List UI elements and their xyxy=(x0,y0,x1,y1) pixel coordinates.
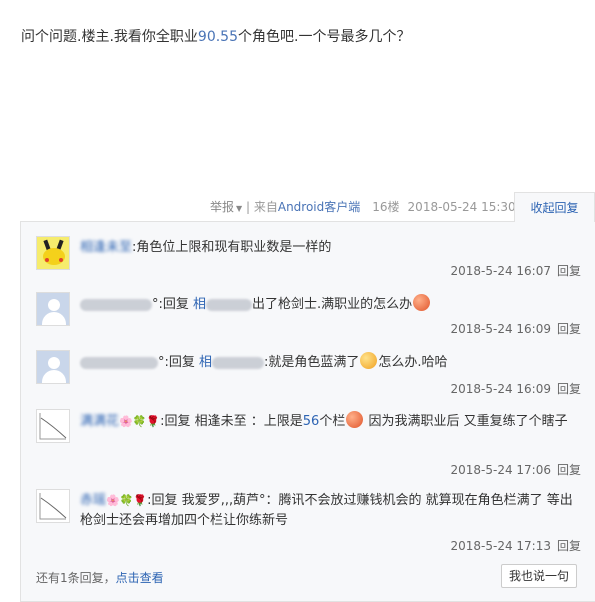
reply-text: 个栏 xyxy=(319,414,346,429)
reply-text: 怎么办.哈哈 xyxy=(378,355,448,370)
reply-meta: 2018-5-24 17:13 回复 xyxy=(450,537,581,554)
reply-content: °:回复 相出了枪剑士.满职业的怎么办 xyxy=(80,294,580,315)
more-replies-note: 还有1条回复，点击查看 xyxy=(36,571,164,585)
reply-text: 出了枪剑士.满职业的怎么办 xyxy=(252,297,413,312)
reply-button[interactable]: 回复 xyxy=(557,463,581,477)
mention-link[interactable]: 相 xyxy=(199,355,212,370)
reply-meta: 2018-5-24 16:09 回复 xyxy=(450,380,581,397)
avatar[interactable] xyxy=(36,489,70,523)
reply-time: 2018-5-24 16:09 xyxy=(450,382,551,396)
username-link[interactable] xyxy=(80,356,158,369)
decoration-icon: 🌸🍀🌹 xyxy=(119,415,161,428)
username-link[interactable]: 赤瑶 xyxy=(80,493,106,508)
reply-time: 2018-5-24 16:07 xyxy=(450,264,551,278)
emoji-icon xyxy=(413,294,431,311)
reply-text: :回复 xyxy=(164,355,200,370)
post-text-part: 问个问题.楼主.我看你全职业 xyxy=(21,29,198,45)
avatar[interactable] xyxy=(36,350,70,384)
reply-content: 满满花🌸🍀🌹:回复 相逢未至 ：上限是56个栏 因为我满职业后 又重复练了个瞎子 xyxy=(80,411,580,432)
view-more-link[interactable]: 点击查看 xyxy=(116,571,164,585)
collapse-replies-button[interactable]: 收起回复 xyxy=(514,192,595,222)
username-link[interactable]: 相逢未至 xyxy=(80,240,132,255)
mention-link[interactable] xyxy=(212,356,265,369)
post-meta: 举报 ▼ | 来自Android客户端 16楼 2018-05-24 15:30 xyxy=(210,198,516,215)
post-text-part: 个角色吧.一个号最多几个？ xyxy=(238,29,411,45)
post-content: 问个问题.楼主.我看你全职业90.55个角色吧.一个号最多几个？ xyxy=(21,26,410,46)
reply-time: 2018-5-24 16:09 xyxy=(450,322,551,336)
reply-text: :回复 xyxy=(158,297,194,312)
reply-list: 相逢未至:角色位上限和现有职业数是一样的 2018-5-24 16:07 回复 °… xyxy=(20,221,595,602)
username-link[interactable] xyxy=(80,298,152,311)
reply-text: :角色位上限和现有职业数是一样的 xyxy=(132,240,332,255)
reply-number: 56 xyxy=(302,414,320,429)
reply-meta: 2018-5-24 16:09 回复 xyxy=(450,320,581,337)
emoji-icon xyxy=(346,411,364,428)
post-date: 2018-05-24 15:30 xyxy=(407,200,516,214)
avatar[interactable] xyxy=(36,236,70,270)
reply-meta: 2018-5-24 17:06 回复 xyxy=(450,461,581,478)
username-link[interactable]: 满满花 xyxy=(80,414,119,429)
client-source-link[interactable]: Android客户端 xyxy=(278,200,360,214)
floor-number: 16楼 xyxy=(372,200,400,214)
report-link[interactable]: 举报 ▼ xyxy=(210,200,242,214)
decoration-icon: 🌸🍀🌹 xyxy=(106,494,148,507)
reply-text: :回复 我爱罗‚‚‚葫芦°：腾讯不会放过赚钱机会的 就算现在角色栏满了 等出枪剑… xyxy=(80,493,573,528)
avatar[interactable] xyxy=(36,409,70,443)
reply-text: 因为我满职业后 又重复练了个瞎子 xyxy=(364,414,568,429)
reply-time: 2018-5-24 17:06 xyxy=(450,463,551,477)
reply-content: °:回复 相:就是角色蓝满了 怎么办.哈哈 xyxy=(80,352,580,373)
add-reply-button[interactable]: 我也说一句 xyxy=(501,564,577,588)
reply-button[interactable]: 回复 xyxy=(557,322,581,336)
source-prefix: | 来自 xyxy=(242,200,278,214)
reply-button[interactable]: 回复 xyxy=(557,539,581,553)
post-number: 90.55 xyxy=(197,29,238,45)
reply-text: :回复 相逢未至 ：上限是 xyxy=(160,414,303,429)
reply-button[interactable]: 回复 xyxy=(557,264,581,278)
mention-link[interactable]: 相 xyxy=(193,297,206,312)
reply-time: 2018-5-24 17:13 xyxy=(450,539,551,553)
reply-content: 相逢未至:角色位上限和现有职业数是一样的 xyxy=(80,238,580,258)
mention-link[interactable] xyxy=(206,298,253,311)
reply-content: 赤瑶🌸🍀🌹:回复 我爱罗‚‚‚葫芦°：腾讯不会放过赚钱机会的 就算现在角色栏满了… xyxy=(80,491,580,531)
avatar[interactable] xyxy=(36,292,70,326)
reply-text: :就是角色蓝满了 xyxy=(264,355,360,370)
emoji-icon xyxy=(360,352,378,369)
reply-meta: 2018-5-24 16:07 回复 xyxy=(450,262,581,279)
reply-button[interactable]: 回复 xyxy=(557,382,581,396)
